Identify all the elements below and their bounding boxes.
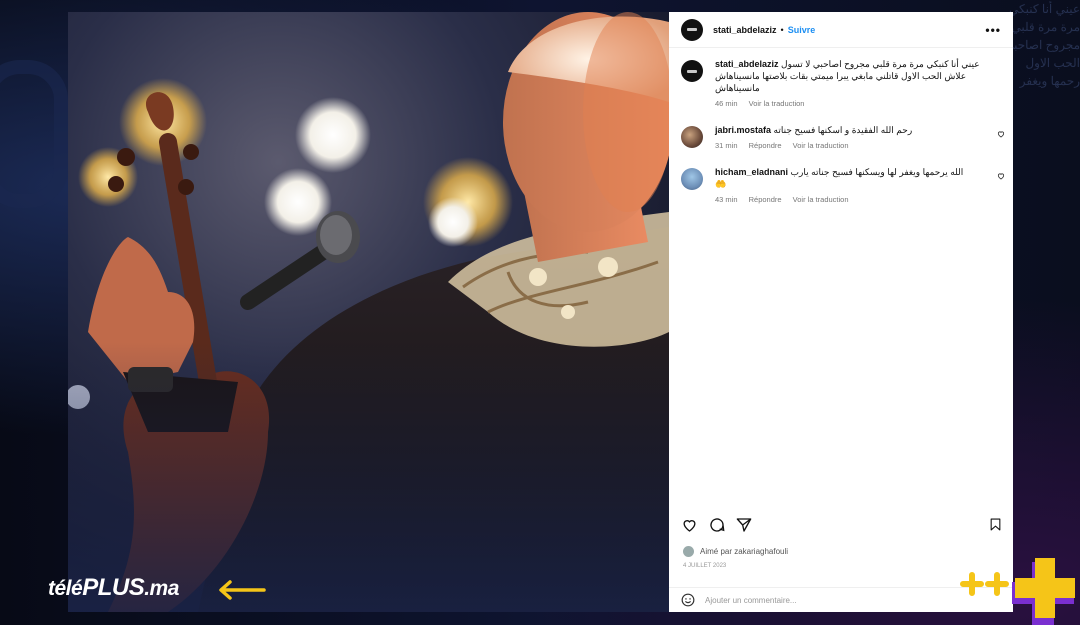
translate-link[interactable]: Voir la traduction — [793, 195, 849, 204]
arrow-left-icon — [219, 580, 266, 600]
caption-avatar[interactable] — [681, 60, 703, 82]
save-bookmark-icon[interactable] — [989, 517, 1002, 532]
author-avatar[interactable] — [681, 18, 703, 41]
comment-username[interactable]: hicham_eladnani — [715, 167, 788, 177]
post-actions-bar — [669, 517, 1013, 537]
comment-item: hicham_eladnani الله يرحمها ويغفر لها وي… — [669, 166, 1013, 204]
musician-photo-illustration — [68, 12, 669, 612]
comment-time: 43 min — [715, 195, 738, 204]
comment-emoji: 🤲 — [715, 179, 727, 189]
follow-button[interactable]: Suivre — [788, 25, 816, 35]
background-decoration — [0, 60, 68, 208]
share-send-icon[interactable] — [736, 517, 752, 533]
reply-button[interactable]: Répondre — [749, 141, 782, 150]
caption-translate-link[interactable]: Voir la traduction — [749, 99, 805, 108]
like-heart-icon[interactable] — [681, 517, 698, 533]
post-date: 4 JUILLET 2023 — [683, 563, 727, 569]
liked-by-text: Aimé par zakariaghafouli — [700, 547, 789, 556]
translate-link[interactable]: Voir la traduction — [793, 141, 849, 150]
author-username[interactable]: stati_abdelaziz — [713, 25, 777, 35]
comment-time: 31 min — [715, 141, 738, 150]
logo-part-plus: PLUS — [82, 574, 145, 601]
like-comment-heart-icon[interactable] — [997, 172, 1005, 180]
more-options-icon[interactable]: ••• — [985, 23, 1001, 37]
caption-username[interactable]: stati_abdelaziz — [715, 59, 779, 69]
comment-text: رحم الله الفقيدة و اسكنها فسيح جناته — [773, 125, 913, 135]
emoji-smiley-icon[interactable] — [681, 593, 695, 607]
like-comment-heart-icon[interactable] — [997, 130, 1005, 138]
logo-part-tele: télé — [48, 577, 83, 600]
add-comment-input[interactable]: Ajouter un commentaire... — [705, 596, 797, 605]
teleplus-logo: téléPLUS.ma — [48, 574, 179, 602]
comments-list: stati_abdelaziz عيني أنا كنبكي مرة مرة ق… — [669, 58, 1013, 220]
comment-username[interactable]: jabri.mostafa — [715, 125, 771, 135]
comment-item: jabri.mostafa رحم الله الفقيدة و اسكنها … — [669, 124, 1013, 150]
post-header: stati_abdelaziz • Suivre ••• — [669, 12, 1013, 48]
caption: stati_abdelaziz عيني أنا كنبكي مرة مرة ق… — [669, 58, 1013, 108]
instagram-post-card: stati_abdelaziz • Suivre ••• stati_abdel… — [68, 12, 1013, 612]
liked-by[interactable]: Aimé par zakariaghafouli — [683, 546, 788, 557]
caption-time: 46 min — [715, 99, 738, 108]
logo-part-domain: .ma — [144, 577, 179, 600]
reply-button[interactable]: Répondre — [749, 195, 782, 204]
commenter-avatar[interactable] — [681, 168, 703, 190]
liker-avatar — [683, 546, 694, 557]
post-photo[interactable] — [68, 12, 669, 612]
separator-dot: • — [780, 24, 784, 35]
post-side-panel: stati_abdelaziz • Suivre ••• stati_abdel… — [669, 12, 1013, 612]
plus-plus-logo-icon — [960, 558, 1075, 625]
comment-text: الله يرحمها ويغفر لها ويسكنها فسيح جناته… — [790, 167, 964, 177]
commenter-avatar[interactable] — [681, 126, 703, 148]
comment-bubble-icon[interactable] — [709, 517, 725, 533]
